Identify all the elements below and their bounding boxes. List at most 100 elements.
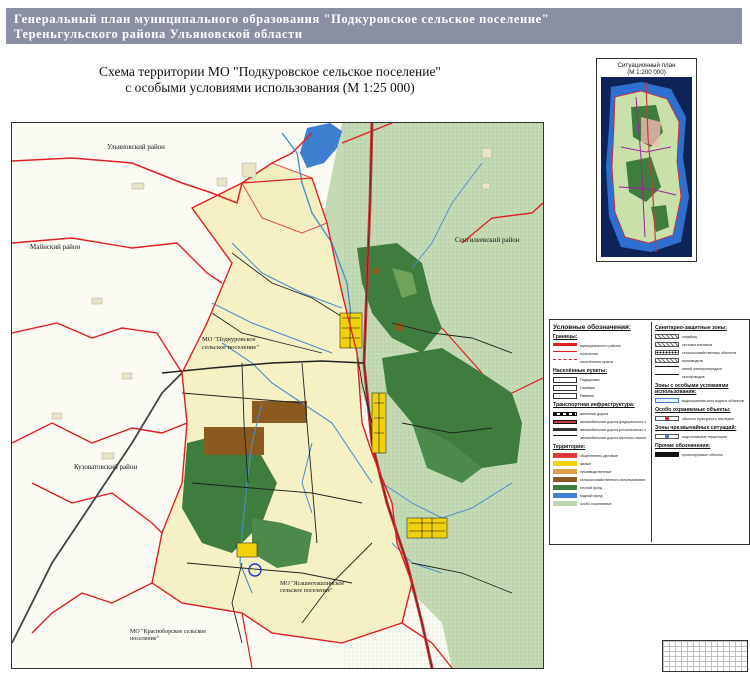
situation-map-canvas	[601, 77, 692, 257]
legend-item: производственные	[553, 468, 649, 475]
legend-swatch	[553, 461, 577, 466]
legend-swatch	[553, 477, 577, 482]
label-maina-district: Майнский район	[30, 243, 81, 251]
legend-title: Условные обозначения:	[553, 324, 631, 331]
legend-item: Подкуровка	[553, 376, 649, 383]
header-title-line1: Генеральный план муниципального образова…	[14, 12, 550, 26]
legend-swatch	[553, 384, 577, 391]
legend-item: населённого пункта	[553, 358, 649, 365]
legend-right-column: Санитарно-защитные зоны: кладбищ скотомоги…	[651, 322, 750, 542]
legend-item-label: населённого пункта	[580, 359, 613, 364]
legend-item-label: линий электропередачи	[682, 366, 722, 371]
legend-item-label: сельскохозяйственного использования	[580, 477, 645, 482]
legend-left-sections: Границы: муниципального района поселения на…	[553, 334, 649, 507]
header-title-line2: Тереньгульского района Ульяновской облас…	[14, 27, 303, 41]
legend-swatch	[553, 428, 577, 431]
label-kuzovatovo-district: Кузоватовский район	[74, 463, 138, 471]
legend-item: поселения	[553, 350, 649, 357]
label-ulyanovsk-district: Ульяновский район	[107, 143, 165, 151]
legend-swatch	[553, 501, 577, 506]
legend-item: объекты культурного наследия	[655, 415, 750, 422]
legend-item: особо охраняемые	[553, 500, 649, 507]
map-title-line1: Схема территории МО "Подкуровское сельск…	[99, 64, 441, 79]
legend-item: водный фонд	[553, 492, 649, 499]
legend-item-label: водный фонд	[580, 493, 603, 498]
label-mo-yasashnotashlinskoe: МО "Ясашноташлинское сельское поселение"	[280, 581, 345, 594]
legend-item: скотомогильников	[655, 341, 750, 348]
legend-item: общественно-деловые	[553, 452, 649, 459]
legend-left-column: Условные обозначения: Границы: муниципаль…	[553, 322, 649, 508]
legend-item-label: общественно-деловые	[580, 453, 619, 458]
legend-swatch	[553, 411, 577, 416]
legend-swatch	[655, 434, 679, 439]
situation-map-title-line1: Ситуационный план	[617, 62, 676, 69]
legend-right-section-title: Зоны с особыми условиями использования:	[655, 383, 729, 395]
legend-item-label: Сычёвка	[580, 385, 595, 390]
legend-item-label: поселения	[580, 351, 598, 356]
legend-item: железная дорога	[553, 410, 649, 417]
legend-item: автомобильная дорога местного значения	[553, 434, 649, 441]
legend-item: автомобильная дорога регионального значе…	[553, 426, 649, 433]
legend-item: сельскохозяйственных объектов	[655, 349, 750, 356]
legend-left-section-title: Границы:	[553, 334, 578, 340]
legend-right-section-title: Санитарно-защитные зоны:	[655, 325, 727, 331]
legend-item-label: производств	[682, 358, 703, 363]
legend-item-label: проектируемые объекты	[682, 452, 723, 457]
legend-swatch	[655, 350, 679, 355]
legend-item-label: кладбищ	[682, 334, 697, 339]
legend-item-label: железная дорога	[580, 411, 609, 416]
legend-swatch	[553, 469, 577, 474]
situation-map[interactable]: Ситуационный план (М 1:200 000)	[596, 58, 697, 262]
legend-item-label: сельскохозяйственных объектов	[682, 350, 737, 355]
legend-item-label: подтопляемые территории	[682, 434, 727, 439]
situation-map-title-line2: (М 1:200 000)	[627, 69, 666, 76]
legend-item-label: скотомогильников	[682, 342, 713, 347]
legend-swatch	[553, 493, 577, 498]
label-mo-podkurovskoe: МО "Подкуровское сельское поселение"	[202, 336, 259, 351]
legend-swatch	[553, 359, 577, 364]
legend-swatch	[553, 435, 577, 440]
legend-item-label: лесной фонд	[580, 485, 602, 490]
legend-swatch	[553, 485, 577, 490]
map-title: Схема территории МО "Подкуровское сельск…	[60, 64, 480, 96]
legend-item: водоохранная зона водных объектов	[655, 397, 750, 404]
main-map[interactable]: Ульяновский район Майнский район Кузоват…	[11, 122, 544, 669]
legend-swatch	[655, 334, 679, 339]
legend-item-label: Подкуровка	[580, 377, 600, 382]
legend-item: производств	[655, 357, 750, 364]
legend-swatch	[553, 351, 577, 356]
legend-swatch	[553, 453, 577, 458]
legend-swatch	[553, 343, 577, 348]
legend-item-label: производственные	[580, 469, 612, 474]
legend-item: жилые	[553, 460, 649, 467]
map-legend: Условные обозначения: Границы: муниципаль…	[549, 319, 750, 545]
legend-item-label: автомобильная дорога регионального значе…	[580, 427, 646, 432]
legend-item-label: особо охраняемые	[580, 501, 612, 506]
legend-swatch	[553, 392, 577, 399]
legend-item: подтопляемые территории	[655, 433, 750, 440]
legend-swatch	[655, 366, 679, 371]
legend-right-sections: Санитарно-защитные зоны: кладбищ скотомоги…	[655, 325, 750, 458]
legend-swatch	[655, 398, 679, 403]
legend-right-section-title: Зоны чрезвычайных ситуаций:	[655, 425, 737, 431]
legend-swatch	[655, 452, 679, 457]
legend-item: линий электропередачи	[655, 365, 750, 372]
legend-item-label: жилые	[580, 461, 592, 466]
legend-item-label: муниципального района	[580, 343, 621, 348]
map-title-line2: с особыми условиями использования (М 1:2…	[125, 80, 415, 95]
stamp-grid	[663, 641, 747, 671]
legend-right-section-title: Прочие обозначения:	[655, 443, 711, 449]
legend-item: кладбищ	[655, 333, 750, 340]
legend-item: газопроводов	[655, 373, 750, 380]
legend-left-section-title: Населённые пункты:	[553, 368, 608, 374]
legend-item-label: автомобильная дорога местного значения	[580, 435, 646, 440]
legend-left-section-title: Территории:	[553, 444, 586, 450]
legend-swatch	[655, 416, 679, 421]
legend-item-label: объекты культурного наследия	[682, 416, 734, 421]
situation-map-title: Ситуационный план (М 1:200 000)	[597, 62, 696, 76]
legend-item: Равнина	[553, 392, 649, 399]
main-map-canvas	[12, 123, 543, 668]
label-mo-krasnoborskoe: МО "Красноборское сельское поселение"	[130, 629, 206, 642]
legend-item: лесной фонд	[553, 484, 649, 491]
legend-item-label: газопроводов	[682, 374, 705, 379]
